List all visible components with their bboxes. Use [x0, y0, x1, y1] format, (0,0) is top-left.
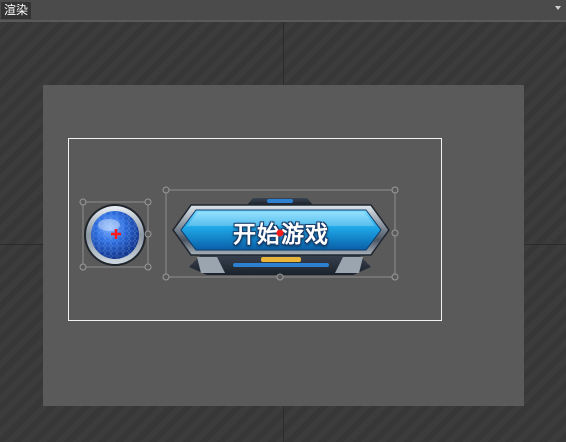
- selection-overlay: [79, 186, 399, 281]
- scene-viewport[interactable]: 开始游戏: [0, 22, 566, 442]
- resize-handle: [391, 186, 399, 194]
- resize-handle: [144, 263, 152, 271]
- render-tab[interactable]: 渲染: [1, 2, 32, 19]
- resize-handle: [144, 198, 152, 206]
- resize-handle: [391, 273, 399, 281]
- resize-handle: [391, 229, 399, 237]
- resize-handle: [79, 198, 87, 206]
- button-anchor-icon: [276, 229, 284, 237]
- panel-header: 渲染: [0, 0, 566, 22]
- resize-handle: [79, 263, 87, 271]
- resize-handle: [162, 186, 170, 194]
- dropdown-arrow-icon[interactable]: [555, 6, 561, 10]
- resize-handle: [276, 273, 284, 281]
- resize-handle: [162, 273, 170, 281]
- resize-handle: [144, 230, 152, 238]
